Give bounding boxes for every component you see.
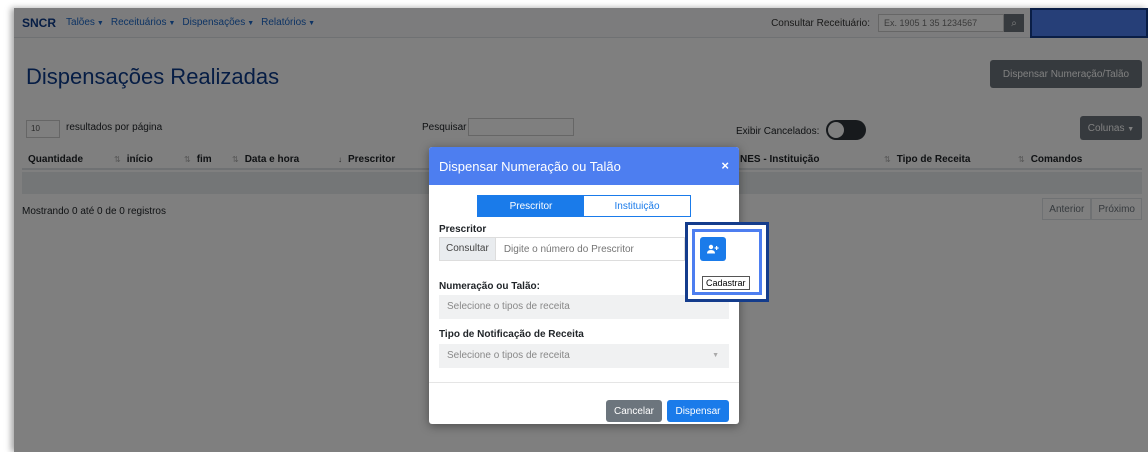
- consultar-addon[interactable]: Consultar: [440, 238, 496, 260]
- modal-footer-divider: [429, 382, 739, 383]
- tab-instituicao[interactable]: Instituição: [584, 196, 690, 216]
- cadastrar-tooltip: Cadastrar: [702, 276, 750, 290]
- add-user-icon: [707, 244, 719, 254]
- type-segmented-control: Prescritor Instituição: [477, 195, 691, 217]
- dispensar-button[interactable]: Dispensar: [667, 400, 729, 422]
- prescritor-label: Prescritor: [439, 224, 487, 235]
- modal-header: Dispensar Numeração ou Talão ×: [429, 147, 739, 185]
- tab-prescritor[interactable]: Prescritor: [478, 196, 584, 216]
- tipo-notificacao-select[interactable]: Selecione o tipos de receita ▼: [439, 344, 729, 368]
- modal-title: Dispensar Numeração ou Talão: [439, 158, 621, 174]
- app-window: SNCR Talões▼ Receituários▼ Dispensações▼…: [14, 8, 1148, 452]
- cancel-button[interactable]: Cancelar: [606, 400, 662, 422]
- add-prescritor-button[interactable]: [700, 237, 726, 261]
- tipo-notificacao-label: Tipo de Notificação de Receita: [439, 329, 584, 340]
- prescritor-input[interactable]: [495, 238, 684, 260]
- chevron-down-icon: ▼: [712, 352, 719, 359]
- tipo-placeholder: Selecione o tipos de receita: [447, 350, 570, 361]
- close-icon[interactable]: ×: [721, 158, 729, 173]
- numeracao-placeholder: Selecione o tipos de receita: [447, 301, 570, 312]
- prescritor-input-group: Consultar: [439, 237, 685, 261]
- numeracao-label: Numeração ou Talão:: [439, 281, 540, 292]
- highlight-box: [685, 222, 769, 302]
